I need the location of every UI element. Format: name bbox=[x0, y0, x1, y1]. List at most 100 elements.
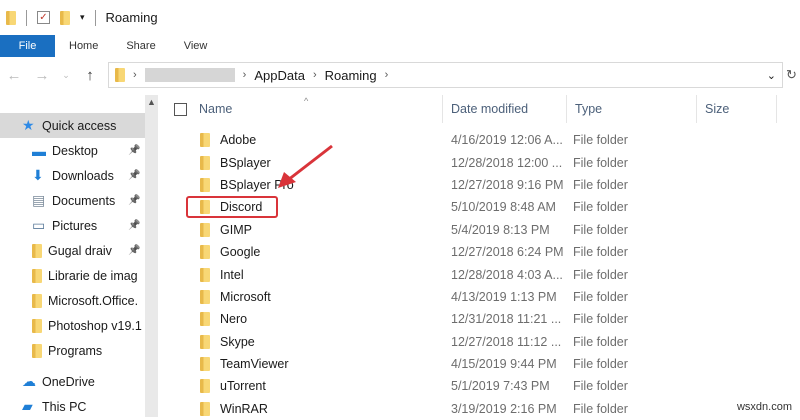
chevron-right-icon[interactable]: › bbox=[385, 69, 389, 81]
pin-icon[interactable]: 📌 bbox=[128, 195, 140, 206]
folder-icon bbox=[200, 200, 210, 215]
file-row[interactable]: BSplayer 12/28/2018 12:00 ... File folder bbox=[158, 151, 800, 173]
file-name: Skype bbox=[220, 334, 255, 349]
new-folder-icon[interactable] bbox=[60, 10, 70, 25]
column-headers: Name ^ Date modified Type Size bbox=[158, 95, 800, 123]
date-cell: 12/28/2018 12:00 ... bbox=[451, 155, 563, 170]
file-name: GIMP bbox=[220, 222, 252, 237]
computer-icon: ▰ bbox=[22, 398, 33, 414]
name-cell: Google bbox=[158, 245, 443, 260]
name-wrap: WinRAR bbox=[200, 401, 268, 416]
file-name: Intel bbox=[220, 267, 244, 282]
tab-file[interactable]: File bbox=[0, 35, 55, 57]
tab-view[interactable]: View bbox=[170, 35, 222, 57]
name-cell: Microsoft bbox=[158, 289, 443, 304]
sidebar-scrollbar[interactable]: ▲ bbox=[145, 95, 158, 417]
sidebar-item-label: Photoshop v19.1 bbox=[48, 318, 142, 333]
forward-icon[interactable]: → bbox=[28, 67, 56, 84]
file-row[interactable]: Intel 12/28/2018 4:03 A... File folder bbox=[158, 263, 800, 285]
column-type[interactable]: Type bbox=[567, 95, 697, 123]
sidebar-item[interactable]: Gugal draiv 📌 bbox=[0, 238, 145, 263]
pin-icon[interactable]: 📌 bbox=[128, 220, 140, 231]
folder-icon bbox=[200, 312, 210, 327]
navigation-bar: ← → ⌄ ↑ › › AppData › Roaming › ⌄ ↻ bbox=[0, 62, 800, 88]
folder-icon bbox=[200, 289, 210, 304]
sidebar-item[interactable]: Microsoft.Office. bbox=[0, 288, 145, 313]
file-name: Microsoft bbox=[220, 289, 271, 304]
column-size[interactable]: Size bbox=[697, 95, 777, 123]
sidebar-item[interactable]: ▬ Desktop 📌 bbox=[0, 138, 145, 163]
sidebar-item[interactable]: ☁ OneDrive bbox=[0, 369, 145, 394]
sidebar-item[interactable]: ▰ This PC bbox=[0, 394, 145, 419]
redacted-path-segment bbox=[144, 68, 235, 82]
date-cell: 12/31/2018 11:21 ... bbox=[451, 312, 562, 327]
properties-icon[interactable]: ✓ bbox=[37, 11, 50, 24]
file-row[interactable]: uTorrent 5/1/2019 7:43 PM File folder bbox=[158, 375, 800, 397]
tab-home[interactable]: Home bbox=[55, 35, 112, 57]
sidebar-item[interactable]: ★ Quick access bbox=[0, 113, 145, 138]
refresh-icon[interactable]: ↻ bbox=[786, 67, 797, 83]
up-icon[interactable]: ↑ bbox=[76, 67, 104, 84]
sidebar-item[interactable]: Programs bbox=[0, 338, 145, 363]
sidebar-item[interactable]: ⬇ Downloads 📌 bbox=[0, 163, 145, 188]
star-icon: ★ bbox=[22, 117, 35, 133]
folder-icon bbox=[200, 245, 210, 260]
file-row[interactable]: Adobe 4/16/2019 12:06 A... File folder bbox=[158, 129, 800, 151]
file-name: Discord bbox=[220, 200, 263, 215]
column-date[interactable]: Date modified bbox=[443, 95, 567, 123]
folder-icon bbox=[32, 293, 42, 308]
chevron-right-icon[interactable]: › bbox=[313, 69, 317, 81]
file-row[interactable]: Google 12/27/2018 6:24 PM File folder bbox=[158, 241, 800, 263]
navigation-pane: ★ Quick access ▬ Desktop 📌 ⬇ Downloads 📌 ▤ Docume… bbox=[0, 113, 145, 419]
name-wrap: Nero bbox=[200, 312, 247, 327]
name-cell: Discord bbox=[158, 196, 443, 219]
tab-share[interactable]: Share bbox=[112, 35, 169, 57]
file-row[interactable]: Microsoft 4/13/2019 1:13 PM File folder bbox=[158, 286, 800, 308]
sidebar-item[interactable]: Librarie de imag bbox=[0, 263, 145, 288]
name-cell: uTorrent bbox=[158, 379, 443, 394]
date-cell: 5/1/2019 7:43 PM bbox=[451, 379, 550, 394]
folder-icon bbox=[200, 177, 210, 192]
file-row[interactable]: Nero 12/31/2018 11:21 ... File folder bbox=[158, 308, 800, 330]
scroll-up-icon[interactable]: ▲ bbox=[145, 97, 158, 107]
chevron-right-icon[interactable]: › bbox=[133, 69, 137, 81]
folder-icon bbox=[200, 357, 210, 372]
date-cell: 12/28/2018 4:03 A... bbox=[451, 267, 563, 282]
date-cell: 12/27/2018 6:24 PM bbox=[451, 245, 564, 260]
date-cell: 5/4/2019 8:13 PM bbox=[451, 222, 550, 237]
customize-toolbar-icon[interactable]: ▾ bbox=[80, 12, 85, 23]
name-wrap: uTorrent bbox=[200, 379, 266, 394]
column-name[interactable]: Name ^ bbox=[158, 95, 443, 123]
cloud-icon: ☁ bbox=[22, 373, 36, 389]
sidebar-item[interactable]: Photoshop v19.1 bbox=[0, 313, 145, 338]
breadcrumb-appdata[interactable]: AppData bbox=[254, 68, 305, 83]
address-bar[interactable]: › › AppData › Roaming › ⌄ bbox=[108, 62, 783, 88]
select-all-checkbox[interactable] bbox=[174, 102, 187, 116]
chevron-right-icon[interactable]: › bbox=[243, 69, 247, 81]
recent-chevron-icon[interactable]: ⌄ bbox=[56, 70, 76, 81]
pin-icon[interactable]: 📌 bbox=[128, 170, 140, 181]
file-row[interactable]: GIMP 5/4/2019 8:13 PM File folder bbox=[158, 219, 800, 241]
type-cell: File folder bbox=[573, 133, 628, 148]
pin-icon[interactable]: 📌 bbox=[128, 245, 140, 256]
breadcrumb-roaming[interactable]: Roaming bbox=[325, 68, 377, 83]
window-title: Roaming bbox=[105, 10, 158, 25]
folder-icon bbox=[200, 401, 210, 416]
address-dropdown-icon[interactable]: ⌄ bbox=[767, 69, 776, 82]
sidebar-item[interactable]: ▭ Pictures 📌 bbox=[0, 213, 145, 238]
name-wrap: TeamViewer bbox=[200, 357, 289, 372]
sidebar-item[interactable]: ▤ Documents 📌 bbox=[0, 188, 145, 213]
date-cell: 4/15/2019 9:44 PM bbox=[451, 357, 557, 372]
file-row[interactable]: TeamViewer 4/15/2019 9:44 PM File folder bbox=[158, 353, 800, 375]
name-wrap: Skype bbox=[200, 334, 255, 349]
file-name: Adobe bbox=[220, 133, 257, 148]
file-row[interactable]: Skype 12/27/2018 11:12 ... File folder bbox=[158, 331, 800, 353]
pin-icon[interactable]: 📌 bbox=[128, 145, 140, 156]
date-cell: 5/10/2019 8:48 AM bbox=[451, 200, 556, 215]
sidebar-item-label: This PC bbox=[42, 399, 87, 414]
watermark: wsxdn.com bbox=[736, 401, 792, 413]
annotation-arrow bbox=[278, 144, 333, 188]
file-row[interactable]: BSplayer Pro 12/27/2018 9:16 PM File folde… bbox=[158, 174, 800, 196]
file-row[interactable]: Discord 5/10/2019 8:48 AM File folder bbox=[158, 196, 800, 219]
back-icon[interactable]: ← bbox=[0, 67, 28, 84]
